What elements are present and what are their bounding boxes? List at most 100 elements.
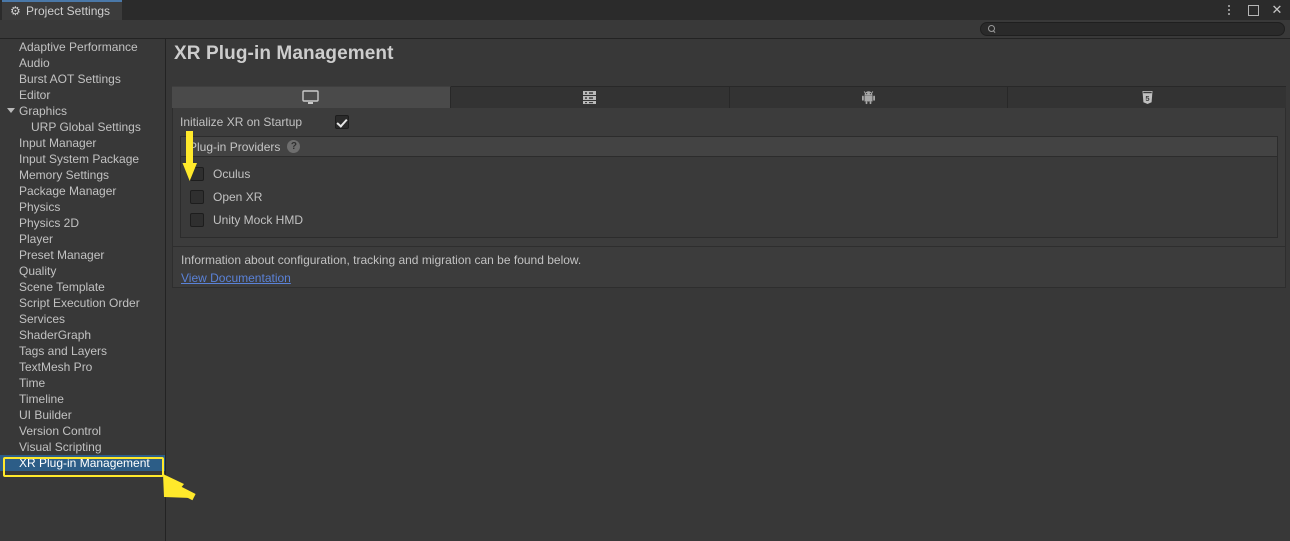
help-icon[interactable]: ? [287,140,301,153]
sidebar-item-label: Version Control [19,424,102,438]
sidebar-item-physics-2d[interactable]: Physics 2D [0,215,165,231]
sidebar-item-label: Input System Package [19,152,140,166]
provider-checkbox-open-xr[interactable] [190,189,204,204]
sidebar-item-graphics[interactable]: Graphics [0,103,165,119]
tab-android[interactable] [729,86,1009,108]
sidebar-item-xr-plug-in-management[interactable]: XR Plug-in Management [0,455,165,471]
provider-row[interactable]: Oculus [181,162,1277,185]
xr-settings-panel: Initialize XR on Startup Plug-in Provide… [172,108,1286,248]
sidebar-item-label: Services [19,312,66,326]
sidebar-item-version-control[interactable]: Version Control [0,423,165,439]
project-settings-window: ⚙ Project Settings ✕ Adaptive Performanc… [0,0,1290,541]
tab-dedicated-server[interactable] [450,86,730,108]
sidebar-item-textmesh-pro[interactable]: TextMesh Pro [0,359,165,375]
sidebar-item-label: ShaderGraph [19,328,92,342]
tab-standalone[interactable] [172,86,451,108]
sidebar-item-label: Package Manager [19,184,117,198]
sidebar-item-label: Burst AOT Settings [19,72,121,86]
sidebar-item-script-execution-order[interactable]: Script Execution Order [0,295,165,311]
sidebar-item-label: Quality [19,264,57,278]
plugin-providers-list: Oculus Open XR Unity Mock HMD [181,157,1277,237]
sidebar-item-label: Editor [19,88,51,102]
provider-label: Oculus [213,166,251,181]
sidebar-item-editor[interactable]: Editor [0,87,165,103]
sidebar-item-label: Timeline [19,392,64,406]
close-icon[interactable]: ✕ [1270,3,1284,17]
search-box[interactable] [980,22,1285,36]
maximize-icon[interactable] [1246,3,1260,17]
sidebar-item-physics[interactable]: Physics [0,199,165,215]
sidebar-item-label: Visual Scripting [19,440,102,454]
main-panel: XR Plug-in Management 5 Initialize XR on… [166,39,1290,541]
server-icon [583,91,597,104]
sidebar-item-time[interactable]: Time [0,375,165,391]
sidebar-item-label: Preset Manager [19,248,105,262]
plugin-providers-header: Plug-in Providers ? [181,137,1277,157]
view-documentation-link[interactable]: View Documentation [181,271,291,285]
desktop-icon [302,90,320,104]
sidebar-list: Adaptive Performance Audio Burst AOT Setti… [0,39,165,471]
sidebar-item-label: Input Manager [19,136,97,150]
tab-webgl[interactable]: 5 [1008,86,1286,108]
sidebar-item-services[interactable]: Services [0,311,165,327]
plugin-providers-title: Plug-in Providers [189,139,281,154]
title-bar: ⚙ Project Settings ✕ [0,0,1290,20]
sidebar-item-preset-manager[interactable]: Preset Manager [0,247,165,263]
sidebar-item-label: Physics [19,200,61,214]
initialize-xr-label: Initialize XR on Startup [180,115,303,129]
provider-label: Unity Mock HMD [213,212,304,227]
info-box: Information about configuration, trackin… [172,246,1286,288]
sidebar-item-tags-and-layers[interactable]: Tags and Layers [0,343,165,359]
provider-checkbox-oculus[interactable] [190,166,204,181]
sidebar-item-label: Graphics [19,104,68,118]
settings-sidebar[interactable]: Adaptive Performance Audio Burst AOT Setti… [0,39,166,541]
sidebar-item-quality[interactable]: Quality [0,263,165,279]
search-icon [988,24,997,34]
chevron-down-icon[interactable] [7,108,15,113]
sidebar-item-scene-template[interactable]: Scene Template [0,279,165,295]
android-icon [861,91,875,105]
sidebar-item-burst-aot-settings[interactable]: Burst AOT Settings [0,71,165,87]
sidebar-item-label: Time [19,376,46,390]
sidebar-item-label: Script Execution Order [19,296,140,310]
webgl-icon: 5 [1142,91,1153,104]
gear-icon: ⚙ [10,3,21,18]
sidebar-item-input-system-package[interactable]: Input System Package [0,151,165,167]
kebab-menu-icon[interactable] [1222,3,1236,17]
sidebar-item-package-manager[interactable]: Package Manager [0,183,165,199]
info-text: Information about configuration, trackin… [181,253,582,267]
sidebar-item-timeline[interactable]: Timeline [0,391,165,407]
sidebar-item-label: XR Plug-in Management [19,456,150,470]
sidebar-item-visual-scripting[interactable]: Visual Scripting [0,439,165,455]
search-input[interactable] [997,23,1284,35]
sidebar-item-label: Audio [19,56,50,70]
platform-tab-strip[interactable]: 5 [172,86,1286,109]
sidebar-item-adaptive-performance[interactable]: Adaptive Performance [0,39,165,55]
window-tab-project-settings[interactable]: ⚙ Project Settings [2,0,123,20]
sidebar-item-label: Player [19,232,54,246]
sidebar-item-ui-builder[interactable]: UI Builder [0,407,165,423]
sidebar-item-shadergraph[interactable]: ShaderGraph [0,327,165,343]
provider-row[interactable]: Unity Mock HMD [181,208,1277,231]
provider-checkbox-unity-mock-hmd[interactable] [190,212,204,227]
provider-row[interactable]: Open XR [181,185,1277,208]
sidebar-item-label: URP Global Settings [31,120,141,134]
sidebar-item-label: Physics 2D [19,216,80,230]
sidebar-item-label: Memory Settings [19,168,110,182]
initialize-xr-row[interactable]: Initialize XR on Startup [173,108,1285,136]
initialize-xr-checkbox[interactable] [335,115,349,129]
sidebar-item-memory-settings[interactable]: Memory Settings [0,167,165,183]
window-controls: ✕ [1222,0,1284,20]
sidebar-item-urp-global-settings[interactable]: URP Global Settings [0,119,165,135]
toolbar [0,20,1290,39]
sidebar-item-player[interactable]: Player [0,231,165,247]
sidebar-item-label: UI Builder [19,408,72,422]
plugin-providers-box: Plug-in Providers ? Oculus Open XR Unity M… [180,136,1278,238]
sidebar-item-input-manager[interactable]: Input Manager [0,135,165,151]
page-title: XR Plug-in Management [174,43,394,64]
sidebar-item-label: Adaptive Performance [19,40,138,54]
provider-label: Open XR [213,189,263,204]
sidebar-item-audio[interactable]: Audio [0,55,165,71]
sidebar-item-label: TextMesh Pro [19,360,93,374]
window-tab-label: Project Settings [26,4,111,18]
